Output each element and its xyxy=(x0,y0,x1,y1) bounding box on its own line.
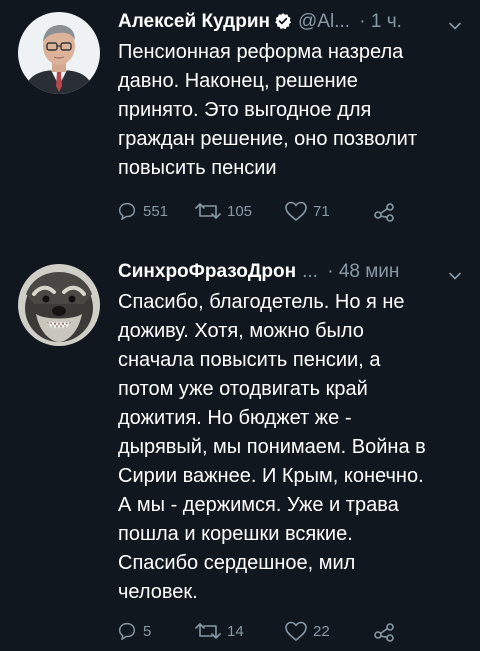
avatar[interactable] xyxy=(18,264,100,346)
reply-count: 551 xyxy=(143,202,169,220)
retweet-count: 105 xyxy=(227,202,253,220)
retweet-icon xyxy=(194,200,222,222)
timestamp[interactable]: · 1 ч. xyxy=(359,11,402,32)
like-button[interactable]: 22 xyxy=(284,618,330,644)
retweet-button[interactable]: 105 xyxy=(194,198,252,224)
author-handle[interactable]: @Al... xyxy=(298,11,350,32)
like-icon xyxy=(284,200,308,222)
retweet-button[interactable]: 14 xyxy=(194,618,244,644)
author-name[interactable]: Алексей Кудрин xyxy=(118,11,270,32)
reply-count: 5 xyxy=(143,622,152,640)
author-handle[interactable]: ... xyxy=(302,261,318,282)
like-count: 71 xyxy=(313,202,330,220)
share-button[interactable] xyxy=(372,198,396,224)
tweet-header: Алексей Кудрин @Al... · 1 ч. xyxy=(118,8,466,36)
retweet-count: 14 xyxy=(227,622,244,640)
verified-badge-icon xyxy=(274,11,292,39)
tweet-text: Пенсионная реформа назрела давно. Наконе… xyxy=(118,41,418,179)
reply-icon xyxy=(116,620,138,642)
tweet[interactable]: Алексей Кудрин @Al... · 1 ч. Пенсионная р… xyxy=(0,0,480,258)
tweet-text: Спасибо, благодетель. Но я не доживу. Хо… xyxy=(118,291,426,603)
tweet-header: СинхроФразоДрон... · 48 мин xyxy=(118,258,466,286)
like-count: 22 xyxy=(313,622,330,640)
reply-icon xyxy=(116,200,138,222)
share-icon xyxy=(372,200,396,222)
avatar-dog-image xyxy=(18,264,100,346)
like-button[interactable]: 71 xyxy=(284,198,330,224)
reply-button[interactable]: 551 xyxy=(116,198,168,224)
share-button[interactable] xyxy=(372,618,396,644)
author-name[interactable]: СинхроФразоДрон xyxy=(118,261,296,282)
reply-button[interactable]: 5 xyxy=(116,618,151,644)
retweet-icon xyxy=(194,620,222,642)
tweet-actions: 5 14 22 xyxy=(116,618,436,644)
avatar[interactable] xyxy=(18,12,100,94)
avatar-portrait-image xyxy=(18,12,100,94)
tweet-actions: 551 105 71 xyxy=(116,198,436,224)
share-icon xyxy=(372,620,396,642)
like-icon xyxy=(284,620,308,642)
timestamp[interactable]: · 48 мин xyxy=(327,261,399,282)
tweet[interactable]: СинхроФразоДрон... · 48 мин Спасибо, бла… xyxy=(0,258,480,651)
